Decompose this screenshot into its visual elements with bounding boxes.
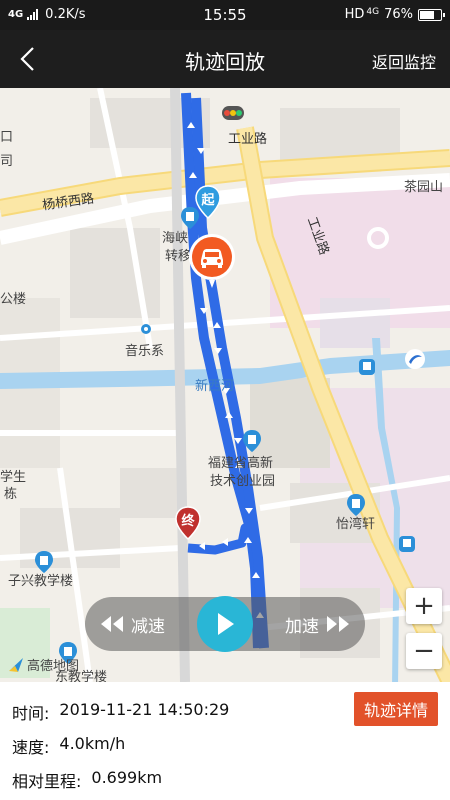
status-right: HD 4G 76% bbox=[344, 6, 445, 22]
music-poi-icon[interactable] bbox=[140, 323, 152, 335]
building-poi-icon[interactable] bbox=[242, 429, 262, 453]
time-row: 时间: 2019-11-21 14:50:29 bbox=[12, 700, 229, 724]
play-button[interactable] bbox=[197, 596, 253, 652]
distance-value: 0.699km bbox=[91, 768, 163, 787]
speed-row: 速度: 4.0km/h bbox=[12, 734, 125, 758]
end-marker-label: 终 bbox=[181, 514, 195, 529]
chevron-left-icon bbox=[20, 47, 34, 71]
traffic-light-icon bbox=[222, 106, 244, 120]
bus-stop-icon[interactable] bbox=[398, 535, 416, 553]
network-type-right: 4G bbox=[366, 6, 380, 17]
map-label-xuesheng-dong: 栋 bbox=[4, 487, 18, 502]
fast-forward-icon bbox=[327, 616, 349, 632]
battery-percent: 76% bbox=[384, 7, 413, 22]
map-label-gongye-road-top: 工业路 bbox=[228, 132, 268, 147]
time-value: 2019-11-21 14:50:29 bbox=[59, 700, 230, 719]
status-bar: 4G 0.2K/s 15:55 HD 4G 76% bbox=[0, 0, 450, 30]
start-marker-label: 起 bbox=[201, 193, 215, 208]
map-view[interactable]: 杨桥西路 工业路 工业路 茶园山 海峡 转移 音乐系 新西河 福建省高新 技术创… bbox=[0, 88, 450, 682]
map-provider-name: 高德地图 bbox=[27, 659, 80, 674]
nav-bar: 轨迹回放 返回监控 bbox=[0, 30, 450, 88]
building-poi-icon[interactable] bbox=[346, 493, 366, 517]
track-detail-button[interactable]: 轨迹详情 bbox=[354, 692, 438, 726]
rewind-icon bbox=[101, 616, 123, 632]
bus-stop-icon[interactable] bbox=[358, 358, 376, 376]
speed-up-label: 加速 bbox=[285, 616, 319, 637]
map-label-music: 音乐系 bbox=[125, 344, 165, 359]
hd-label: HD bbox=[344, 7, 365, 22]
amap-logo-icon bbox=[9, 657, 23, 672]
building-poi-icon[interactable] bbox=[34, 550, 54, 574]
play-icon bbox=[218, 613, 234, 635]
map-label-xinxi-river: 新西河 bbox=[195, 379, 235, 394]
battery-fill bbox=[420, 10, 434, 19]
map-label-fujian-top: 福建省高新 bbox=[208, 456, 274, 471]
car-icon bbox=[189, 234, 235, 288]
battery-icon bbox=[418, 8, 445, 21]
zoom-in-button[interactable]: + bbox=[406, 588, 442, 624]
slow-down-button[interactable]: 减速 bbox=[99, 597, 165, 651]
return-monitor-link[interactable]: 返回监控 bbox=[372, 49, 436, 73]
back-button[interactable] bbox=[10, 41, 46, 77]
distance-label: 相对里程: bbox=[12, 772, 82, 791]
speed-label: 速度: bbox=[12, 738, 50, 757]
zoom-control: + bbox=[406, 588, 442, 624]
map-label-chayuan: 茶园山 bbox=[404, 180, 444, 195]
track-info-panel: 时间: 2019-11-21 14:50:29 速度: 4.0km/h 相对里程… bbox=[0, 682, 450, 800]
zoom-out-button[interactable]: − bbox=[406, 633, 442, 669]
map-label-edge-ko: 口 bbox=[0, 130, 14, 145]
map-label-edge-si: 司 bbox=[0, 154, 14, 169]
telecom-icon[interactable] bbox=[404, 348, 426, 370]
vehicle-marker[interactable] bbox=[187, 232, 237, 290]
speed-up-button[interactable]: 加速 bbox=[285, 597, 351, 651]
time-label: 时间: bbox=[12, 704, 50, 723]
map-label-gonglou: 公楼 bbox=[0, 292, 27, 307]
start-marker[interactable]: 起 bbox=[195, 185, 221, 220]
map-label-fujian-bottom: 技术创业园 bbox=[210, 474, 276, 489]
map-provider-logo: 高德地图 bbox=[8, 655, 79, 674]
speed-value: 4.0km/h bbox=[59, 734, 126, 753]
zoom-control-out: − bbox=[406, 633, 442, 669]
end-marker[interactable]: 终 bbox=[175, 506, 201, 541]
distance-row: 相对里程: 0.699km bbox=[12, 768, 162, 792]
slow-down-label: 减速 bbox=[131, 616, 165, 637]
playback-controls: 减速 加速 bbox=[85, 596, 365, 652]
